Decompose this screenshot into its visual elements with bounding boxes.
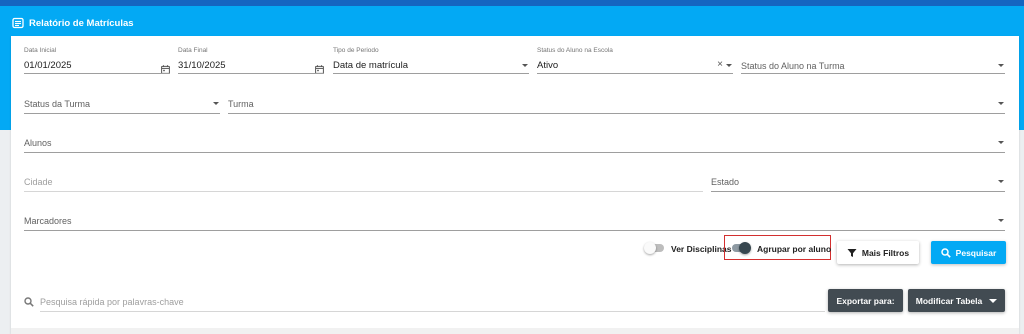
pesquisar-label: Pesquisar [955, 247, 997, 258]
calendar-icon[interactable] [315, 61, 324, 74]
turma-underline [228, 113, 1005, 114]
exportar-label: Exportar para: [836, 295, 895, 306]
status-aluno-escola-underline [537, 73, 733, 74]
modificar-tabela-label: Modificar Tabela [915, 295, 983, 306]
tipo-periodo-label: Tipo de Periodo [333, 47, 379, 54]
page-title-text: Relatório de Matrículas [29, 17, 134, 29]
data-inicial-value: 01/01/2025 [24, 60, 72, 71]
status-aluno-escola-value: Ativo [537, 60, 559, 71]
data-final-field[interactable]: Data Final 31/10/2025 [178, 47, 324, 74]
clear-icon[interactable]: × [717, 60, 723, 70]
cidade-placeholder: Cidade [24, 177, 53, 187]
caret-down-icon [998, 141, 1004, 144]
mais-filtros-label: Mais Filtros [861, 247, 910, 258]
marcadores-underline [24, 230, 1005, 231]
filter-icon [847, 248, 857, 257]
toggle-knob [739, 242, 751, 254]
tipo-periodo-select[interactable]: Tipo de Periodo Data de matrícula [333, 47, 529, 74]
data-inicial-field[interactable]: Data Inicial 01/01/2025 [24, 47, 170, 74]
caret-down-icon [213, 102, 219, 105]
caret-down-icon [726, 64, 732, 67]
quick-search-underline [40, 311, 825, 312]
status-aluno-escola-select[interactable]: Status do Aluno na Escola Ativo × [537, 47, 733, 74]
tipo-periodo-value: Data de matrícula [333, 60, 408, 71]
filter-card: Data Inicial 01/01/2025 Data Final 31/10… [11, 36, 1019, 334]
alunos-underline [24, 152, 1005, 153]
search-icon [24, 297, 34, 307]
alunos-placeholder: Alunos [24, 138, 52, 148]
exportar-button[interactable]: Exportar para: [828, 289, 903, 312]
calendar-icon[interactable] [161, 61, 170, 74]
status-aluno-turma-underline [741, 73, 1005, 74]
mais-filtros-button[interactable]: Mais Filtros [837, 241, 919, 264]
data-final-value: 31/10/2025 [178, 60, 226, 71]
data-inicial-underline [24, 73, 170, 74]
status-aluno-turma-select[interactable]: Status do Aluno na Turma [741, 47, 1005, 74]
status-turma-underline [24, 113, 220, 114]
quick-search-input[interactable]: Pesquisa rápida por palavras-chave [24, 293, 825, 312]
status-turma-select[interactable]: Status da Turma [24, 96, 220, 114]
results-area-top [11, 328, 1019, 334]
agrupar-por-aluno-toggle[interactable]: Agrupar por aluno [730, 240, 832, 256]
modificar-tabela-button[interactable]: Modificar Tabela [908, 289, 1005, 312]
status-turma-placeholder: Status da Turma [24, 99, 91, 109]
estado-select[interactable]: Estado [711, 174, 1005, 192]
cidade-input[interactable]: Cidade [24, 174, 703, 192]
data-final-underline [178, 73, 324, 74]
estado-underline [711, 191, 1005, 192]
toggle-knob [644, 242, 656, 254]
caret-down-icon [998, 102, 1004, 105]
caret-down-icon [522, 64, 528, 67]
quick-search-placeholder: Pesquisa rápida por palavras-chave [40, 297, 184, 307]
data-final-label: Data Final [178, 47, 208, 54]
status-aluno-turma-placeholder: Status do Aluno na Turma [741, 61, 845, 71]
agrupar-por-aluno-label: Agrupar por aluno [757, 244, 832, 254]
caret-down-icon [998, 219, 1004, 222]
tipo-periodo-underline [333, 73, 529, 74]
report-icon [12, 17, 24, 29]
cidade-underline [24, 191, 703, 192]
marcadores-select[interactable]: Marcadores [24, 213, 1005, 231]
turma-placeholder: Turma [228, 99, 254, 109]
ver-disciplinas-label: Ver Disciplinas [671, 244, 732, 254]
status-aluno-escola-label: Status do Aluno na Escola [537, 47, 613, 54]
search-icon [940, 247, 951, 258]
turma-select[interactable]: Turma [228, 96, 1005, 114]
data-inicial-label: Data Inicial [24, 47, 57, 54]
alunos-select[interactable]: Alunos [24, 135, 1005, 153]
ver-disciplinas-toggle[interactable]: Ver Disciplinas [644, 240, 734, 256]
caret-down-icon [998, 180, 1004, 183]
pesquisar-button[interactable]: Pesquisar [931, 241, 1006, 264]
page-title: Relatório de Matrículas [12, 14, 134, 32]
estado-placeholder: Estado [711, 177, 740, 187]
caret-down-icon [989, 298, 998, 303]
caret-down-icon [998, 64, 1004, 67]
marcadores-placeholder: Marcadores [24, 216, 72, 226]
